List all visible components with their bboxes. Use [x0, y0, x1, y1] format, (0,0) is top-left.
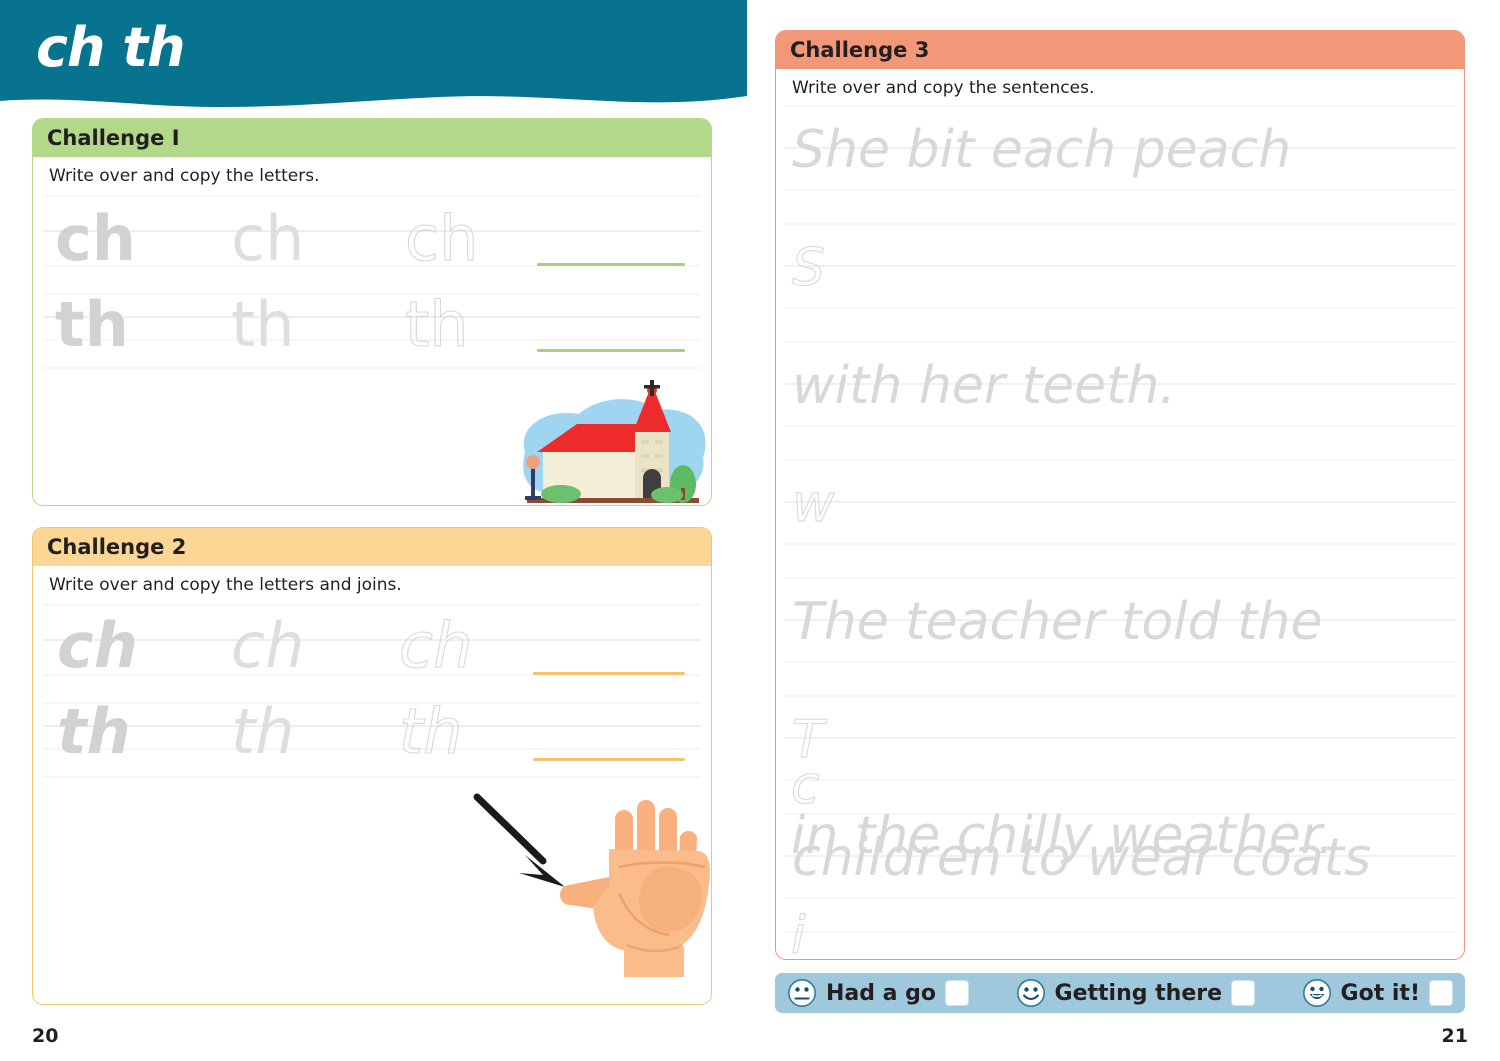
- page-masthead: ch th: [0, 0, 747, 112]
- left-page: ch th Challenge I Write over and copy th…: [0, 0, 760, 1061]
- trace-letters-dotted: ch: [398, 609, 473, 682]
- neutral-face-icon: [788, 979, 816, 1007]
- trace-letters-dotted: th: [404, 288, 469, 361]
- trace-letters-mid: ch: [231, 202, 305, 275]
- trace-letters-dotted: th: [398, 695, 463, 768]
- trace-letters-dark: ch: [55, 202, 136, 275]
- challenge-2-header: Challenge 2: [33, 528, 711, 566]
- assessment-checkbox[interactable]: [1231, 980, 1256, 1006]
- challenge-3-header: Challenge 3: [776, 31, 1464, 69]
- page-number-left: 20: [32, 1025, 59, 1047]
- pointer-arrow-icon: [473, 793, 565, 887]
- challenge-1-instruction: Write over and copy the letters.: [49, 166, 320, 186]
- smile-face-icon: [1016, 979, 1045, 1007]
- assessment-option-got-it[interactable]: Got it!: [1302, 978, 1453, 1008]
- challenge-2-panel: Challenge 2 Write over and copy the lett…: [32, 527, 712, 1005]
- assessment-checkbox[interactable]: [1429, 980, 1453, 1006]
- free-write-line[interactable]: [533, 758, 685, 761]
- hand-shape: [559, 800, 711, 977]
- challenge-3-title: Challenge 3: [790, 38, 930, 62]
- challenge-1-header: Challenge I: [33, 119, 711, 157]
- church-illustration: [523, 380, 706, 503]
- assessment-option-had-a-go[interactable]: Had a go: [787, 978, 970, 1008]
- assessment-label: Getting there: [1054, 980, 1223, 1006]
- free-write-line[interactable]: [533, 672, 685, 675]
- trace-letters-mid: th: [231, 695, 295, 768]
- trace-letters-dark: th: [57, 695, 131, 768]
- challenge-2-writing-area[interactable]: ch ch ch th th th: [33, 599, 711, 1004]
- sentence-trace: children to wear coats: [792, 828, 1372, 888]
- challenge-1-writing-area[interactable]: ch ch ch th th th: [33, 190, 711, 505]
- challenge-3-writing-area[interactable]: She bit each peach S with her teeth. w T…: [776, 102, 1464, 959]
- trace-letters-dark: th: [55, 288, 129, 361]
- challenge-3-instruction: Write over and copy the sentences.: [792, 78, 1095, 98]
- assessment-label: Had a go: [826, 980, 937, 1006]
- hand-with-arrow-illustration: [473, 793, 711, 977]
- sentence-starter-letter: S: [791, 238, 826, 298]
- page-number-right: 21: [1441, 1025, 1468, 1047]
- sentence-starter-letter: T: [791, 710, 824, 770]
- self-assessment-bar: Had a go Getting there Got it!: [775, 973, 1465, 1013]
- trace-letters-dotted: ch: [404, 202, 479, 275]
- challenge-2-title: Challenge 2: [47, 535, 187, 559]
- sentence-starter-letter: w: [791, 474, 835, 534]
- grin-face-icon: [1302, 979, 1331, 1007]
- assessment-option-getting-there[interactable]: Getting there: [1016, 978, 1256, 1008]
- sentence-trace: The teacher told the: [792, 592, 1323, 652]
- challenge-2-instruction: Write over and copy the letters and join…: [49, 575, 402, 595]
- workbook-spread: ch th Challenge I Write over and copy th…: [0, 0, 1500, 1061]
- free-write-line[interactable]: [537, 263, 685, 266]
- sentence-trace: She bit each peach: [792, 120, 1292, 180]
- right-page: Challenge 3 Write over and copy the sent…: [760, 0, 1500, 1061]
- assessment-checkbox[interactable]: [945, 980, 970, 1006]
- trace-letters-mid: ch: [231, 609, 305, 682]
- challenge-1-panel: Challenge I Write over and copy the lett…: [32, 118, 712, 506]
- page-title: ch th: [36, 16, 186, 79]
- challenge-1-title: Challenge I: [47, 126, 180, 150]
- free-write-line[interactable]: [537, 349, 685, 352]
- trace-letters-mid: th: [231, 288, 295, 361]
- challenge-3-panel: Challenge 3 Write over and copy the sent…: [775, 30, 1465, 960]
- sentence-trace: with her teeth.: [792, 356, 1176, 416]
- assessment-label: Got it!: [1340, 980, 1420, 1006]
- trace-letters-dark: ch: [57, 609, 138, 682]
